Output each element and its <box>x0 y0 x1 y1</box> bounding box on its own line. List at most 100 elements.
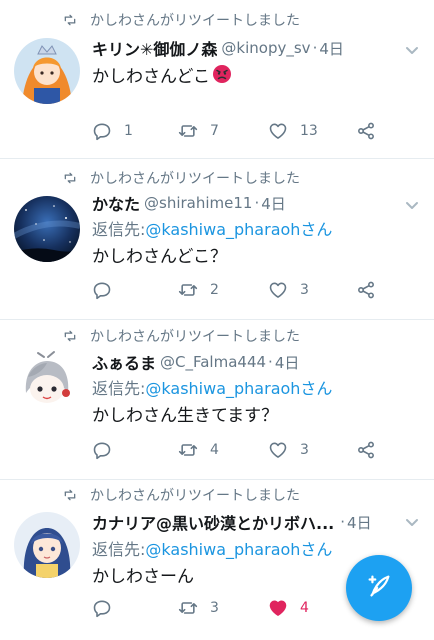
retweet-button[interactable]: 2 <box>178 278 219 302</box>
display-name[interactable]: キリン✳御伽ノ森 <box>92 36 217 60</box>
retweet-context-text: かしわさんがリツイートしました <box>90 488 300 504</box>
avatar[interactable] <box>14 349 80 415</box>
share-icon <box>356 121 376 141</box>
tweet-text: かしわさーん <box>92 566 194 587</box>
reply-button[interactable] <box>92 438 124 462</box>
tweet-text: かしわさんどこ <box>92 66 210 87</box>
timestamp[interactable]: 4日 <box>275 352 300 373</box>
reply-target-link[interactable]: @kashiwa_pharaohさん <box>145 536 332 560</box>
tweet-text: かしわさんどこ？ <box>92 246 227 267</box>
chevron-down-icon[interactable] <box>404 514 420 530</box>
handle[interactable]: @shirahime11 <box>144 194 252 212</box>
timestamp[interactable]: 4日 <box>319 38 344 59</box>
display-name[interactable]: かなた <box>92 191 140 215</box>
timestamp[interactable]: 4日 <box>347 512 372 533</box>
share-icon <box>356 280 376 300</box>
tweet-header: キリン✳御伽ノ森 @kinopy_sv · 4日 <box>92 36 394 60</box>
retweet-icon <box>62 488 78 502</box>
display-name[interactable]: ふぁるま <box>92 350 156 374</box>
tweet-text: かしわさん生きてます？ <box>92 405 279 426</box>
compose-button[interactable] <box>346 555 412 621</box>
reply-icon <box>92 121 112 141</box>
separator-dot: · <box>312 39 318 57</box>
retweet-context-text: かしわさんがリツイートしました <box>90 329 300 345</box>
retweet-icon <box>178 598 198 618</box>
like-count: 3 <box>300 282 309 298</box>
tweet-actions: 1 7 13 <box>92 119 392 143</box>
separator-dot: · <box>254 194 260 212</box>
like-count: 4 <box>300 600 309 616</box>
share-button[interactable] <box>356 278 376 302</box>
reply-label: 返信先: <box>92 540 146 559</box>
retweet-context-text: かしわさんがリツイートしました <box>90 13 300 29</box>
reply-context: 返信先: @kashiwa_pharaohさん <box>92 376 332 398</box>
tweet[interactable]: かしわさんがリツイートしました キリン✳御伽ノ森 @kinopy_sv · 4日… <box>0 0 434 158</box>
timestamp[interactable]: 4日 <box>261 193 286 214</box>
retweet-count: 4 <box>210 442 219 458</box>
reply-button[interactable] <box>92 596 124 620</box>
separator-dot: · <box>340 513 346 531</box>
reply-count: 1 <box>124 123 133 139</box>
share-button[interactable] <box>356 438 376 462</box>
reply-button[interactable]: 1 <box>92 119 133 143</box>
retweet-context: かしわさんがリツイートしました <box>62 485 300 505</box>
tweet-text-row: かしわさんどこ？ <box>92 242 227 267</box>
angry-face-icon <box>212 64 232 84</box>
retweet-context: かしわさんがリツイートしました <box>62 326 300 346</box>
like-count: 3 <box>300 442 309 458</box>
retweet-context: かしわさんがリツイートしました <box>62 168 300 188</box>
retweet-context-text: かしわさんがリツイートしました <box>90 171 300 187</box>
like-button[interactable]: 3 <box>268 278 309 302</box>
heart-icon <box>268 121 288 141</box>
retweet-count: 7 <box>210 123 219 139</box>
retweet-count: 2 <box>210 282 219 298</box>
chevron-down-icon[interactable] <box>404 197 420 213</box>
like-button[interactable]: 3 <box>268 438 309 462</box>
display-name[interactable]: カナリア@黒い砂漠とかリボハ... <box>92 510 334 534</box>
share-button[interactable] <box>356 119 376 143</box>
retweet-icon <box>178 280 198 300</box>
retweet-button[interactable]: 4 <box>178 438 219 462</box>
heart-icon <box>268 280 288 300</box>
reply-icon <box>92 440 112 460</box>
retweet-icon <box>62 171 78 185</box>
tweet-text-row: かしわさん生きてます？ <box>92 401 279 426</box>
reply-context: 返信先: @kashiwa_pharaohさん <box>92 217 332 239</box>
like-button[interactable]: 13 <box>268 119 318 143</box>
tweet-header: カナリア@黒い砂漠とかリボハ... · 4日 <box>92 510 394 534</box>
avatar[interactable] <box>14 196 80 262</box>
retweet-icon <box>178 440 198 460</box>
reply-icon <box>92 280 112 300</box>
avatar[interactable] <box>14 512 80 578</box>
reply-target-link[interactable]: @kashiwa_pharaohさん <box>145 216 332 240</box>
retweet-button[interactable]: 7 <box>178 119 219 143</box>
tweet-text-row: かしわさーん <box>92 562 194 587</box>
tweet-header: かなた @shirahime11 · 4日 <box>92 191 394 215</box>
tweet-actions: 2 3 <box>92 278 392 302</box>
tweet-header: ふぁるま @C_Falma444 · 4日 <box>92 350 394 374</box>
tweet[interactable]: かしわさんがリツイートしました かなた @shirahime11 · 4日 返信… <box>0 159 434 319</box>
retweet-icon <box>62 329 78 343</box>
compose-feather-icon <box>364 571 394 605</box>
retweet-button[interactable]: 3 <box>178 596 219 620</box>
retweet-count: 3 <box>210 600 219 616</box>
chevron-down-icon[interactable] <box>404 42 420 58</box>
heart-icon <box>268 440 288 460</box>
reply-icon <box>92 598 112 618</box>
tweet[interactable]: かしわさんがリツイートしました ふぁるま @C_Falma444 · 4日 返信… <box>0 320 434 479</box>
heart-icon <box>268 598 288 618</box>
share-icon <box>356 440 376 460</box>
reply-label: 返信先: <box>92 220 146 239</box>
handle[interactable]: @kinopy_sv <box>221 39 310 57</box>
like-button[interactable]: 4 <box>268 596 309 620</box>
reply-context: 返信先: @kashiwa_pharaohさん <box>92 537 332 559</box>
tweet-actions: 4 3 <box>92 438 392 462</box>
avatar[interactable] <box>14 38 80 104</box>
reply-button[interactable] <box>92 278 124 302</box>
retweet-icon <box>178 121 198 141</box>
reply-target-link[interactable]: @kashiwa_pharaohさん <box>145 375 332 399</box>
handle[interactable]: @C_Falma444 <box>160 353 266 371</box>
reply-label: 返信先: <box>92 379 146 398</box>
separator-dot: · <box>268 353 273 371</box>
retweet-icon <box>62 13 78 27</box>
